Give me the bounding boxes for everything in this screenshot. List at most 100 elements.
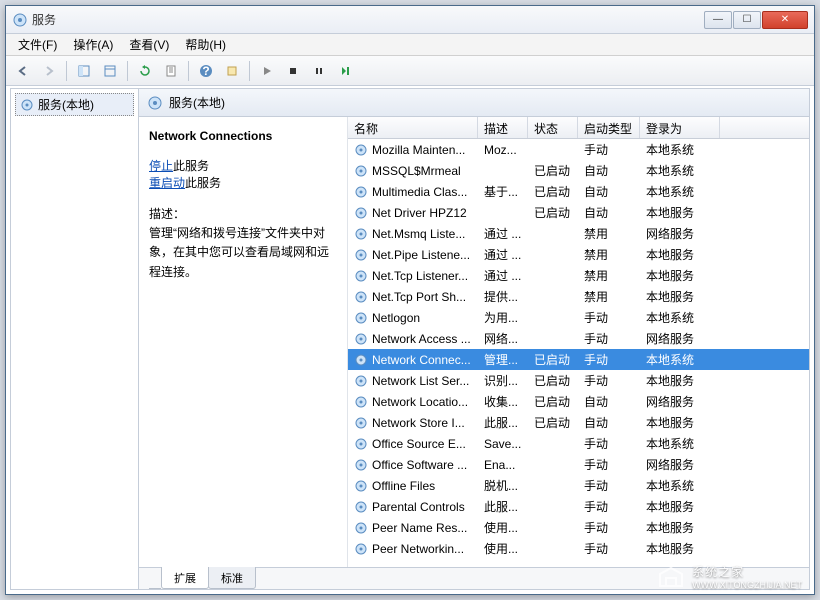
menu-action[interactable]: 操作(A) — [65, 34, 121, 55]
service-status: 已启动 — [528, 182, 578, 201]
export-button[interactable] — [160, 60, 182, 82]
tree-pane: 服务(本地) — [11, 89, 139, 589]
service-row[interactable]: Parental Controls此服...手动本地服务 — [348, 496, 809, 517]
forward-button[interactable] — [38, 60, 60, 82]
service-status: 已启动 — [528, 413, 578, 432]
stop-service-button[interactable] — [282, 60, 304, 82]
service-row[interactable]: Network Locatio...收集...已启动自动网络服务 — [348, 391, 809, 412]
service-name: MSSQL$Mrmeal — [372, 164, 461, 178]
service-row[interactable]: Network List Ser...识别...已启动手动本地服务 — [348, 370, 809, 391]
minimize-button[interactable]: — — [704, 11, 732, 29]
gear-icon — [354, 374, 368, 388]
service-name: Network List Ser... — [372, 374, 469, 388]
properties-button[interactable] — [221, 60, 243, 82]
tab-standard[interactable]: 标准 — [208, 567, 256, 589]
service-list[interactable]: Mozilla Mainten...Moz...手动本地系统MSSQL$Mrme… — [348, 139, 809, 567]
service-logon: 本地服务 — [640, 539, 720, 558]
service-row[interactable]: Netlogon为用...手动本地系统 — [348, 307, 809, 328]
service-name: Parental Controls — [372, 500, 465, 514]
service-name: Peer Name Res... — [372, 521, 467, 535]
gear-icon — [354, 458, 368, 472]
service-row[interactable]: Network Connec...管理...已启动手动本地系统 — [348, 349, 809, 370]
service-row[interactable]: Mozilla Mainten...Moz...手动本地系统 — [348, 139, 809, 160]
restart-suffix: 此服务 — [185, 176, 221, 190]
service-row[interactable]: Net.Msmq Liste...通过 ...禁用网络服务 — [348, 223, 809, 244]
gear-icon — [354, 185, 368, 199]
service-desc — [478, 212, 528, 214]
service-row[interactable]: MSSQL$Mrmeal已启动自动本地系统 — [348, 160, 809, 181]
service-row[interactable]: Office Software ...Ena...手动网络服务 — [348, 454, 809, 475]
show-detail-button[interactable] — [99, 60, 121, 82]
start-service-button[interactable] — [256, 60, 278, 82]
col-desc[interactable]: 描述 — [478, 117, 528, 138]
tab-extended[interactable]: 扩展 — [161, 567, 209, 589]
col-name[interactable]: 名称 — [348, 117, 478, 138]
col-logon[interactable]: 登录为 — [640, 117, 720, 138]
service-row[interactable]: Network Access ...网络...手动网络服务 — [348, 328, 809, 349]
gear-icon — [354, 416, 368, 430]
service-startup: 手动 — [578, 455, 640, 474]
service-row[interactable]: Peer Networkin...使用...手动本地服务 — [348, 538, 809, 559]
service-name: Office Source E... — [372, 437, 466, 451]
service-status — [528, 338, 578, 340]
back-button[interactable] — [12, 60, 34, 82]
service-desc: 脱机... — [478, 476, 528, 495]
gear-icon — [354, 395, 368, 409]
service-startup: 禁用 — [578, 287, 640, 306]
window-title: 服务 — [32, 11, 704, 28]
service-logon: 本地系统 — [640, 140, 720, 159]
menu-view[interactable]: 查看(V) — [121, 34, 177, 55]
service-status — [528, 527, 578, 529]
service-row[interactable]: Net.Tcp Listener...通过 ...禁用本地服务 — [348, 265, 809, 286]
service-row[interactable]: Peer Name Res...使用...手动本地服务 — [348, 517, 809, 538]
col-status[interactable]: 状态 — [528, 117, 578, 138]
pane-header: 服务(本地) — [139, 89, 809, 117]
service-status — [528, 317, 578, 319]
close-button[interactable]: ✕ — [762, 11, 808, 29]
service-status — [528, 548, 578, 550]
service-name: Multimedia Clas... — [372, 185, 467, 199]
service-row[interactable]: Net.Pipe Listene...通过 ...禁用本地服务 — [348, 244, 809, 265]
refresh-button[interactable] — [134, 60, 156, 82]
separator — [66, 61, 67, 81]
gear-icon — [354, 542, 368, 556]
show-hide-tree-button[interactable] — [73, 60, 95, 82]
service-logon: 本地服务 — [640, 287, 720, 306]
service-name: Peer Networkin... — [372, 542, 464, 556]
service-row[interactable]: Net Driver HPZ12已启动自动本地服务 — [348, 202, 809, 223]
service-startup: 手动 — [578, 476, 640, 495]
restart-link[interactable]: 重启动 — [149, 176, 185, 190]
service-name: Net.Tcp Listener... — [372, 269, 468, 283]
service-logon: 本地服务 — [640, 497, 720, 516]
stop-link[interactable]: 停止 — [149, 159, 173, 173]
help-button[interactable]: ? — [195, 60, 217, 82]
service-row[interactable]: Network Store I...此服...已启动自动本地服务 — [348, 412, 809, 433]
service-name: Offline Files — [372, 479, 435, 493]
title-bar: 服务 — ☐ ✕ — [6, 6, 814, 34]
services-icon — [12, 12, 28, 28]
pane-header-title: 服务(本地) — [169, 94, 225, 111]
service-logon: 本地系统 — [640, 434, 720, 453]
service-logon: 本地服务 — [640, 518, 720, 537]
pause-service-button[interactable] — [308, 60, 330, 82]
menu-bar: 文件(F) 操作(A) 查看(V) 帮助(H) — [6, 34, 814, 56]
menu-file[interactable]: 文件(F) — [10, 34, 65, 55]
restart-service-button[interactable] — [334, 60, 356, 82]
service-startup: 自动 — [578, 203, 640, 222]
service-startup: 手动 — [578, 539, 640, 558]
service-row[interactable]: Multimedia Clas...基于...已启动自动本地系统 — [348, 181, 809, 202]
service-startup: 手动 — [578, 371, 640, 390]
service-logon: 本地服务 — [640, 203, 720, 222]
menu-help[interactable]: 帮助(H) — [177, 34, 234, 55]
service-row[interactable]: Net.Tcp Port Sh...提供...禁用本地服务 — [348, 286, 809, 307]
gear-icon — [354, 521, 368, 535]
service-row[interactable]: Offline Files脱机...手动本地系统 — [348, 475, 809, 496]
service-name: Net Driver HPZ12 — [372, 206, 467, 220]
tree-root-item[interactable]: 服务(本地) — [15, 93, 134, 116]
service-startup: 自动 — [578, 392, 640, 411]
service-row[interactable]: Office Source E...Save...手动本地系统 — [348, 433, 809, 454]
maximize-button[interactable]: ☐ — [733, 11, 761, 29]
service-startup: 手动 — [578, 350, 640, 369]
service-logon: 本地系统 — [640, 182, 720, 201]
col-startup[interactable]: 启动类型 — [578, 117, 640, 138]
